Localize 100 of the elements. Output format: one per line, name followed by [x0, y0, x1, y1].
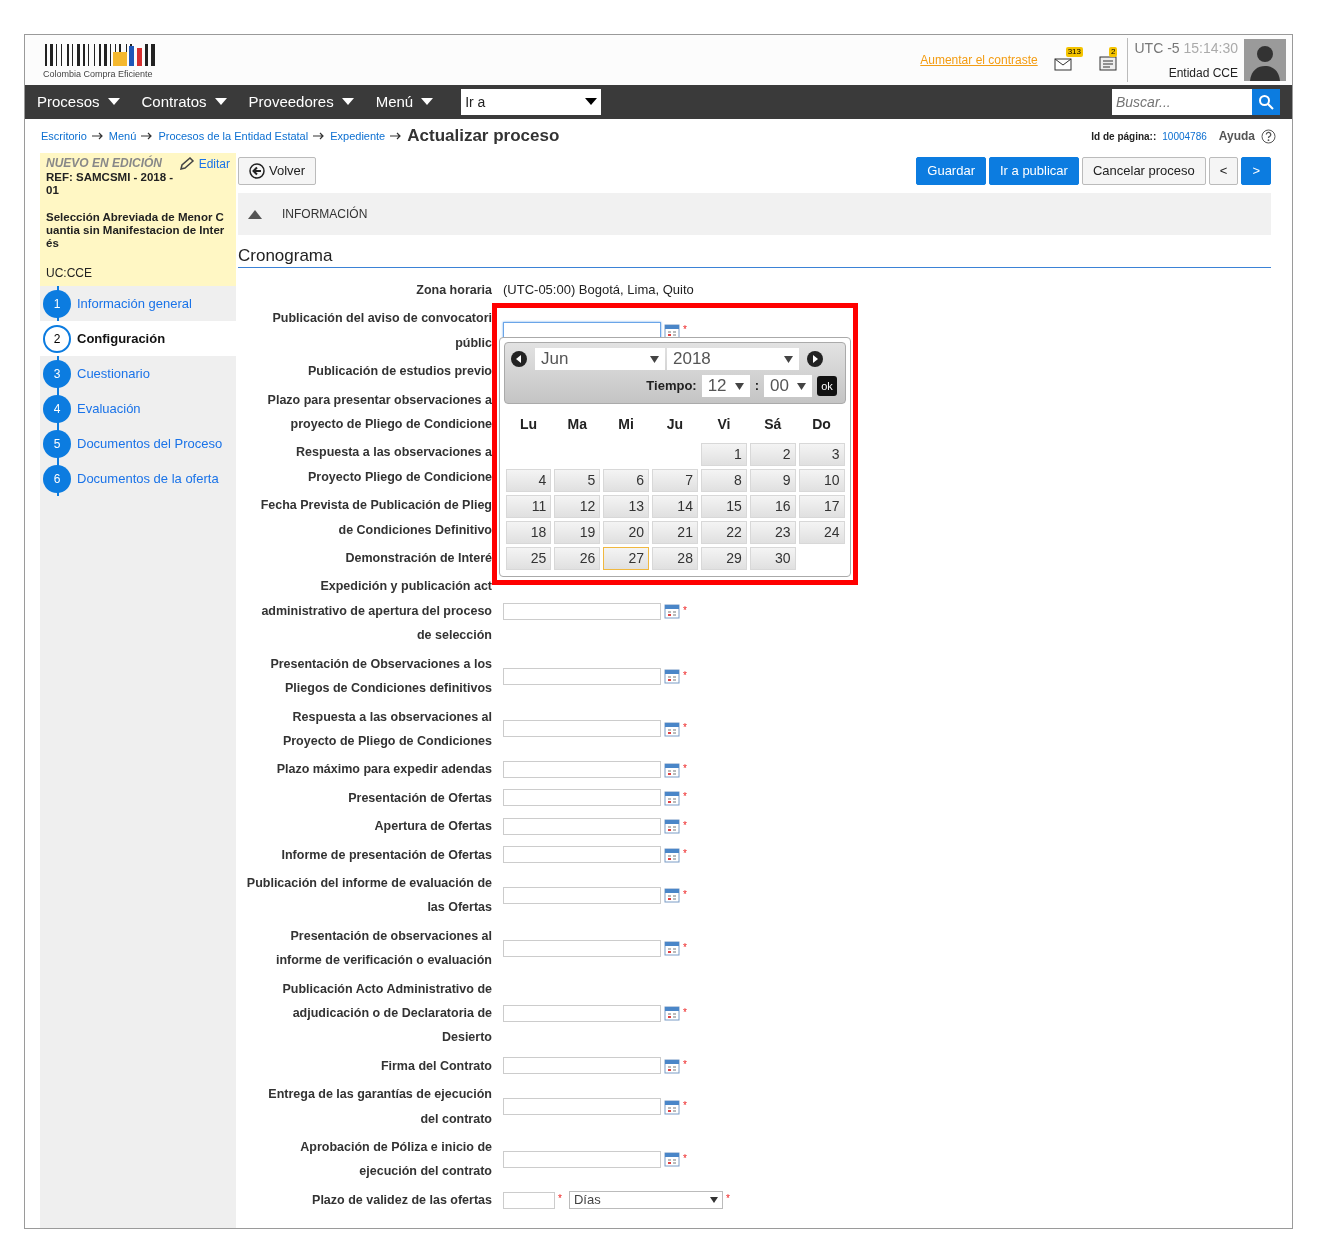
toolbar-button[interactable]: >: [1241, 157, 1271, 185]
day-cell[interactable]: 2: [749, 442, 796, 466]
breadcrumb-link[interactable]: Procesos de la Entidad Estatal: [158, 127, 309, 145]
date-field[interactable]: [503, 720, 661, 738]
required-mark: *: [683, 790, 687, 805]
calendar-icon[interactable]: [664, 322, 680, 339]
toolbar-button[interactable]: <: [1208, 157, 1239, 185]
collapse-icon[interactable]: [248, 209, 262, 219]
goto-select[interactable]: Ir a: [461, 89, 602, 115]
nav-menu[interactable]: Contratos: [141, 90, 239, 114]
day-cell[interactable]: 14: [652, 494, 698, 518]
day-cell[interactable]: 23: [749, 520, 796, 544]
next-month-icon[interactable]: [807, 351, 823, 367]
nav-menu[interactable]: Menú: [375, 90, 446, 114]
nav-menu[interactable]: Proveedores: [248, 90, 366, 114]
day-cell[interactable]: 22: [700, 520, 747, 544]
date-field[interactable]: [503, 1098, 661, 1116]
calendar-icon[interactable]: [664, 789, 680, 806]
toolbar-button[interactable]: Cancelar proceso: [1081, 157, 1206, 185]
date-field[interactable]: [503, 886, 661, 904]
day-cell[interactable]: 25: [505, 546, 552, 570]
search-button[interactable]: [1252, 89, 1280, 115]
hour-select[interactable]: 12: [701, 375, 750, 397]
breadcrumb-link[interactable]: Expediente: [330, 127, 386, 145]
date-field[interactable]: [503, 817, 661, 835]
ok-button[interactable]: ok: [817, 376, 837, 396]
date-field[interactable]: [503, 939, 661, 957]
toolbar-button[interactable]: Guardar: [916, 157, 986, 185]
number-field[interactable]: [503, 1191, 555, 1209]
date-field[interactable]: [503, 1150, 661, 1168]
edit-link[interactable]: Editar: [178, 157, 230, 171]
day-cell[interactable]: 26: [554, 546, 601, 570]
day-cell[interactable]: 6: [603, 468, 650, 492]
year-select[interactable]: 2018: [667, 348, 799, 370]
day-cell[interactable]: 15: [700, 494, 747, 518]
back-button[interactable]: Volver: [238, 157, 317, 185]
calendar-icon[interactable]: [664, 720, 680, 737]
calendar-icon[interactable]: [664, 818, 680, 835]
date-field[interactable]: [503, 789, 661, 807]
minute-select[interactable]: 00: [764, 375, 812, 397]
month-select[interactable]: Jun: [535, 348, 665, 370]
day-cell[interactable]: 9: [749, 468, 796, 492]
day-cell[interactable]: 30: [749, 546, 796, 570]
day-cell[interactable]: 11: [505, 494, 552, 518]
nav-menu[interactable]: Procesos: [37, 90, 132, 114]
calendar-icon[interactable]: [664, 761, 680, 778]
date-field[interactable]: [503, 1004, 661, 1022]
calendar-icon[interactable]: [664, 668, 680, 685]
day-cell[interactable]: 4: [505, 468, 552, 492]
step-item[interactable]: 1 Información general: [40, 286, 236, 321]
day-cell[interactable]: 16: [749, 494, 796, 518]
calendar-icon[interactable]: [664, 940, 680, 957]
day-cell[interactable]: 29: [700, 546, 747, 570]
day-cell[interactable]: 18: [505, 520, 552, 544]
field-label: Publicación del informe de evaluación de las Ofertas: [245, 874, 492, 917]
step-item[interactable]: 3 Cuestionario: [40, 356, 236, 391]
breadcrumb-link[interactable]: Escritorio: [41, 127, 87, 145]
search-field[interactable]: Buscar...: [1112, 89, 1252, 115]
day-cell[interactable]: 7: [652, 468, 698, 492]
calendar-icon[interactable]: [664, 1005, 680, 1022]
calendar-icon[interactable]: [664, 846, 680, 863]
toolbar-button[interactable]: Ir a publicar: [989, 157, 1079, 185]
step-item[interactable]: 4 Evaluación: [40, 391, 236, 426]
date-field[interactable]: [503, 1057, 661, 1075]
calendar-icon[interactable]: [664, 887, 680, 904]
day-cell[interactable]: 28: [652, 546, 698, 570]
field-label: Respuesta a las observaciones a Proyecto Pliego de Condicione: [295, 444, 492, 486]
calendar-icon[interactable]: [664, 1058, 680, 1074]
section-bar[interactable]: INFORMACIÓN: [238, 193, 1271, 235]
day-cell[interactable]: 1: [700, 442, 747, 466]
day-cell[interactable]: 3: [798, 442, 845, 466]
day-cell[interactable]: 5: [554, 468, 601, 492]
calendar-icon[interactable]: [664, 1151, 680, 1168]
day-cell[interactable]: 20: [603, 520, 650, 544]
date-field[interactable]: [503, 602, 661, 620]
field-label: Informe de presentación de Ofertas: [280, 846, 492, 864]
day-cell[interactable]: 27: [603, 546, 650, 570]
date-field[interactable]: [503, 846, 661, 864]
day-cell[interactable]: 13: [603, 494, 650, 518]
previous-month-icon[interactable]: [511, 351, 527, 367]
help-icon[interactable]: [1261, 128, 1276, 144]
unit-select[interactable]: Días: [568, 1191, 723, 1209]
day-cell[interactable]: 19: [554, 520, 601, 544]
date-field[interactable]: [503, 667, 661, 685]
day-cell[interactable]: 10: [798, 468, 845, 492]
breadcrumb-link[interactable]: Menú: [108, 127, 137, 145]
calendar-icon[interactable]: [664, 1098, 680, 1115]
day-cell[interactable]: 24: [798, 520, 845, 544]
date-field[interactable]: [503, 761, 661, 778]
day-cell[interactable]: 21: [652, 520, 698, 544]
step-item[interactable]: 5 Documentos del Proceso: [40, 426, 236, 461]
day-cell[interactable]: 17: [798, 494, 845, 518]
day-cell[interactable]: 8: [700, 468, 747, 492]
required-mark: *: [683, 940, 687, 955]
page-id-link[interactable]: 10004786: [1162, 128, 1207, 144]
step-item[interactable]: 6 Documentos de la oferta: [40, 461, 236, 496]
calendar-icon[interactable]: [664, 603, 680, 620]
step-item[interactable]: 2 Configuración: [40, 321, 236, 356]
avatar-icon[interactable]: [1244, 39, 1286, 81]
day-cell[interactable]: 12: [554, 494, 601, 518]
